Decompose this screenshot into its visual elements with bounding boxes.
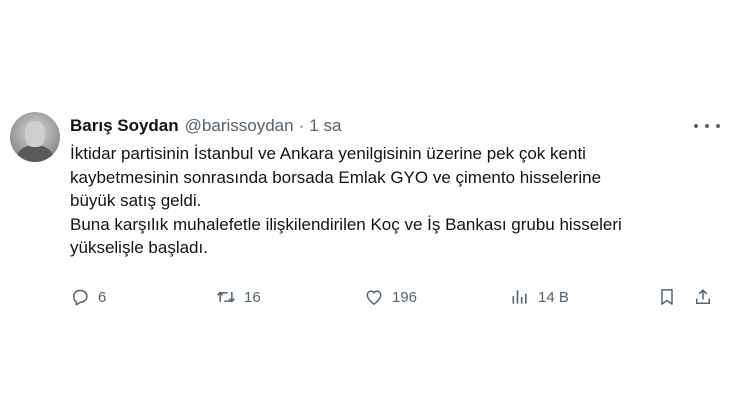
tweet-text-line: İktidar partisinin İstanbul ve Ankara ye…	[70, 144, 586, 163]
reply-button[interactable]: 6	[70, 286, 106, 308]
tweet-text-line: yükselişle başladı.	[70, 238, 208, 257]
like-icon	[364, 287, 384, 307]
author-handle[interactable]: @barissoydan	[185, 116, 294, 136]
tweet[interactable]: Barış Soydan @barissoydan · 1 sa İktidar…	[0, 0, 730, 420]
like-button[interactable]: 196	[364, 286, 417, 308]
action-bar: 6 16 196 14 B	[70, 286, 720, 308]
like-count: 196	[392, 288, 418, 306]
reply-icon	[70, 287, 90, 307]
more-icon[interactable]	[694, 116, 720, 136]
bookmark-button[interactable]	[657, 286, 677, 308]
tweet-header: Barış Soydan @barissoydan · 1 sa	[70, 115, 341, 137]
share-button[interactable]	[693, 286, 713, 308]
share-icon	[693, 287, 713, 307]
more-dot	[716, 124, 720, 128]
tweet-text-line: büyük satış geldi.	[70, 191, 202, 210]
views-count: 14 B	[538, 288, 569, 306]
views-icon	[510, 287, 530, 307]
repost-icon	[216, 287, 236, 307]
repost-button[interactable]: 16	[216, 286, 261, 308]
more-dot	[705, 124, 709, 128]
author-name[interactable]: Barış Soydan	[70, 116, 179, 136]
views-button[interactable]: 14 B	[510, 286, 569, 308]
post-time[interactable]: 1 sa	[309, 116, 341, 136]
avatar-body	[17, 145, 53, 162]
avatar-face	[25, 121, 45, 147]
repost-count: 16	[244, 288, 261, 306]
bookmark-icon	[657, 287, 677, 307]
separator-dot: ·	[298, 116, 305, 135]
tweet-text: İktidar partisinin İstanbul ve Ankara ye…	[70, 142, 710, 260]
avatar[interactable]	[10, 112, 60, 162]
more-dot	[694, 124, 698, 128]
reply-count: 6	[98, 288, 107, 306]
tweet-text-line: Buna karşılık muhalefetle ilişkilendiril…	[70, 214, 622, 234]
tweet-text-line: kaybetmesinin sonrasında borsada Emlak G…	[70, 167, 602, 187]
